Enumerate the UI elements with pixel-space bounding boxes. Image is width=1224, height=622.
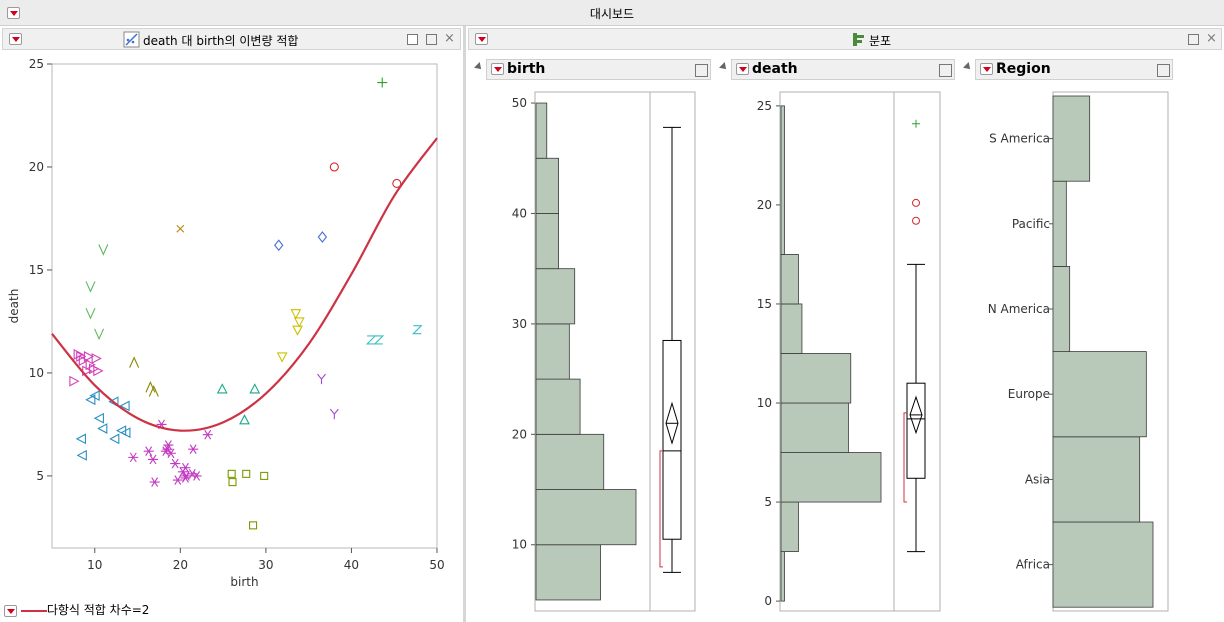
birth-y-tick-label: 20 (512, 427, 527, 441)
birth-histogram-bar (535, 489, 637, 546)
death-y-tick-label: 25 (757, 99, 772, 113)
birth-box (662, 339, 682, 540)
x-tick-label: 20 (173, 558, 188, 572)
region-bar (1052, 265, 1071, 352)
region-category-label: Asia (1025, 472, 1050, 486)
fit-menu-button[interactable] (4, 604, 17, 617)
birth-y-tick-label: 30 (512, 317, 527, 331)
death-histogram-bar (780, 353, 852, 404)
region-category-label: N America (988, 302, 1050, 316)
death-histogram-bar (780, 452, 882, 503)
death-y-tick-label: 0 (764, 594, 772, 608)
death-y-tick-label: 20 (757, 198, 772, 212)
death-histogram-bar (780, 402, 849, 453)
region-bar (1052, 351, 1147, 438)
birth-y-tick-label: 40 (512, 206, 527, 220)
birth-y-tick-label: 50 (512, 96, 527, 110)
y-tick-label: 25 (29, 57, 44, 71)
y-tick-label: 10 (29, 366, 44, 380)
death-histogram-bar (780, 551, 785, 602)
region-category-label: Europe (1008, 387, 1050, 401)
fit-legend-label: 다항식 적합 차수=2 (46, 603, 150, 617)
charts-canvas: 10 20 30 40 50 5 10 15 20 25 birth death 10 20 30 40 50 0… (7, 57, 1169, 612)
death-histogram-bar (780, 254, 799, 305)
y-tick-label: 15 (29, 263, 44, 277)
x-tick-label: 50 (429, 558, 444, 572)
birth-histogram-bar (535, 544, 601, 601)
birth-y-tick-label: 10 (512, 538, 527, 552)
x-tick-label: 10 (87, 558, 102, 572)
y-tick-label: 5 (36, 469, 44, 483)
scatter-plot-frame (51, 63, 438, 549)
birth-histogram-bar (535, 213, 559, 270)
region-category-label: Africa (1016, 558, 1050, 572)
region-category-label: Pacific (1012, 217, 1050, 231)
birth-histogram-bar (535, 323, 570, 380)
region-bar (1052, 521, 1154, 608)
death-histogram-bar (780, 501, 799, 552)
x-tick-label: 30 (258, 558, 273, 572)
region-bar (1052, 180, 1067, 267)
death-y-tick-label: 15 (757, 297, 772, 311)
birth-histogram-bar (535, 268, 576, 325)
fit-line-swatch (20, 609, 47, 612)
x-tick-label: 40 (344, 558, 359, 572)
birth-histogram-bar (535, 433, 605, 490)
y-axis-label: death (7, 289, 21, 324)
fit-legend: 다항식 적합 차수=2 (4, 601, 149, 618)
death-histogram-bar (780, 105, 785, 255)
y-tick-label: 20 (29, 160, 44, 174)
death-y-tick-label: 5 (764, 495, 772, 509)
region-category-label: S America (989, 132, 1050, 146)
birth-histogram-bar (535, 102, 548, 159)
region-bar (1052, 95, 1091, 182)
birth-histogram-bar (535, 378, 581, 435)
x-axis-label: birth (230, 575, 258, 589)
death-y-tick-label: 10 (757, 396, 772, 410)
death-histogram-bar (780, 303, 803, 354)
region-bar (1052, 436, 1141, 523)
birth-histogram-bar (535, 157, 559, 214)
